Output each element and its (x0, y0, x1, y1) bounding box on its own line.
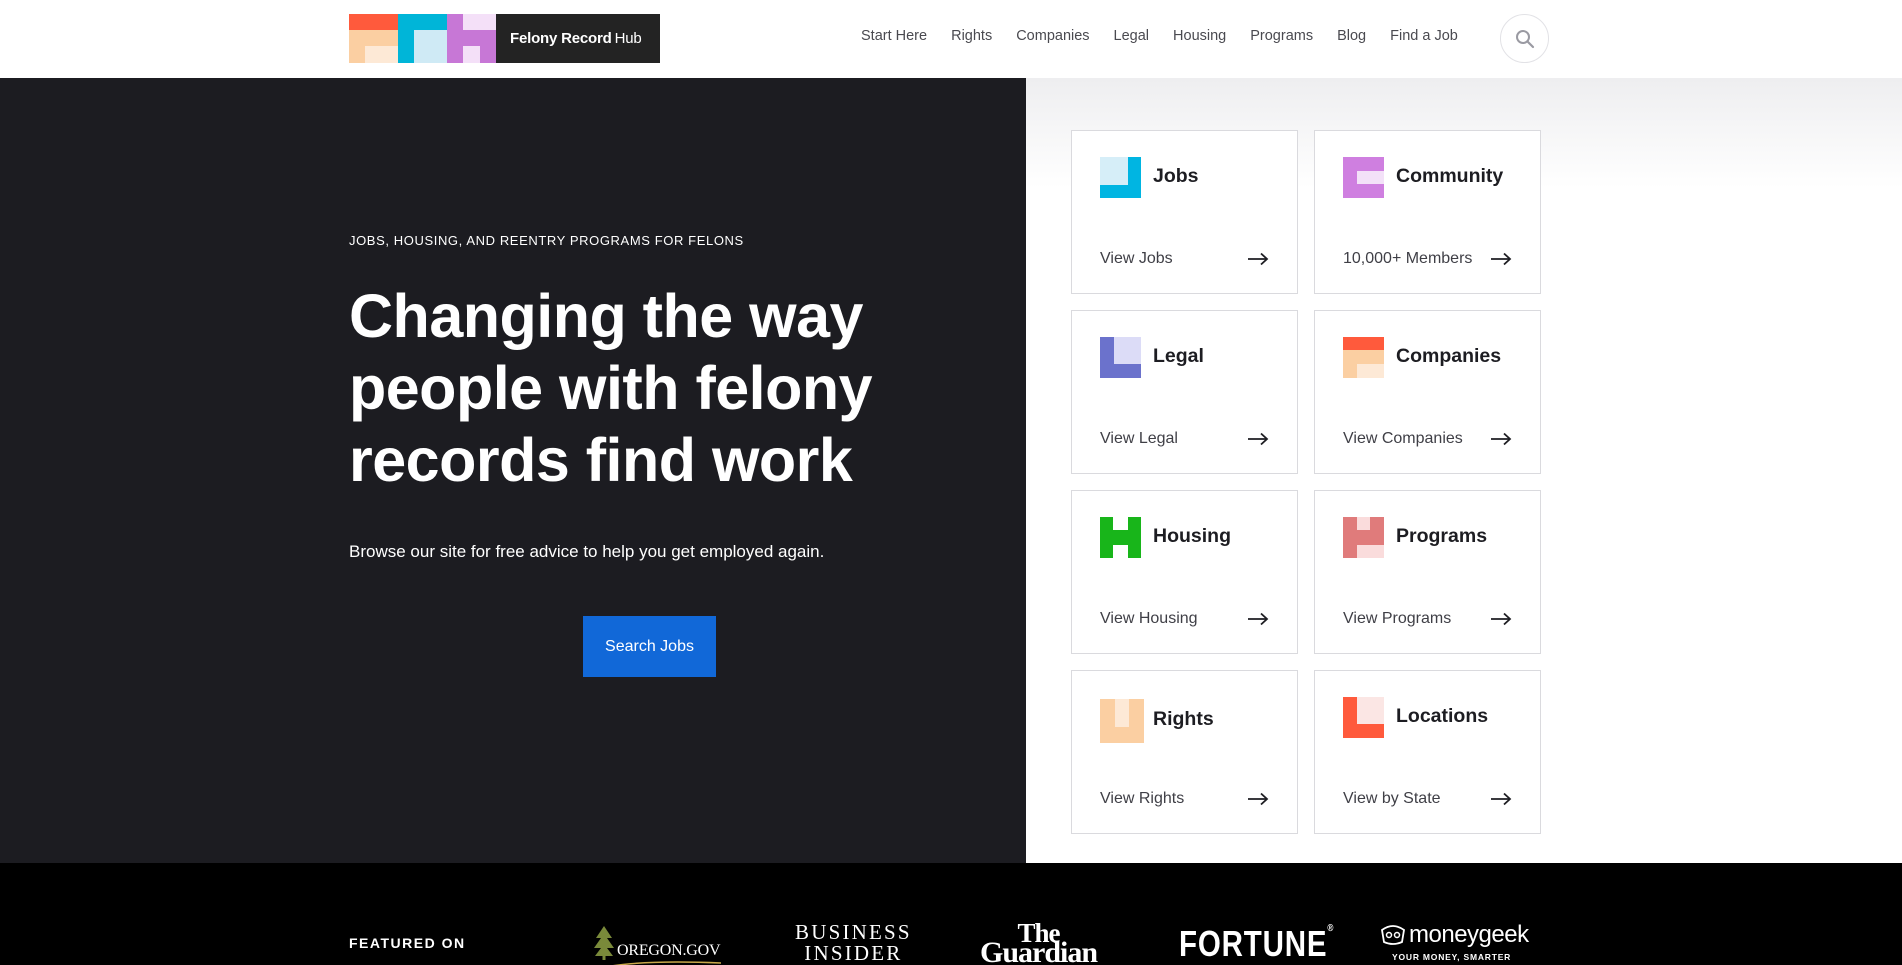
arrow-right-icon (1248, 252, 1269, 266)
card-link[interactable]: View Jobs (1100, 250, 1173, 268)
card-link[interactable]: View Rights (1100, 790, 1184, 808)
search-icon (1515, 29, 1534, 48)
business-insider-logo: BUSINESS INSIDER (795, 922, 912, 964)
arrow-right-icon (1491, 432, 1512, 446)
arrow-right-icon (1491, 612, 1512, 626)
search-button[interactable] (1500, 14, 1549, 63)
logo-text-bold: Felony Record (510, 30, 612, 47)
featured-on-bar: FEATURED ON OREGON.GOV BUSINESS INSIDER … (0, 863, 1902, 965)
nav-rights[interactable]: Rights (951, 28, 992, 44)
guardian-line2: Guardian (980, 936, 1098, 965)
card-title: Community (1396, 165, 1504, 187)
card-legal[interactable]: Legal View Legal (1071, 310, 1298, 474)
hero-subtext: Browse our site for free advice to help … (349, 542, 825, 561)
site-header: Felony Record Hub Start Here Rights Comp… (0, 0, 1902, 78)
arrow-right-icon (1491, 252, 1512, 266)
moneygeek-text: moneygeek (1409, 921, 1529, 948)
nav-start-here[interactable]: Start Here (861, 28, 927, 44)
business-insider-line1: BUSINESS (795, 920, 912, 944)
legal-icon (1100, 337, 1141, 378)
fortune-logo: FORTUNE® (1179, 923, 1335, 964)
oregon-gov-text: OREGON.GOV (617, 942, 721, 959)
card-link[interactable]: 10,000+ Members (1343, 250, 1472, 268)
main-nav: Start Here Rights Companies Legal Housin… (861, 28, 1458, 44)
rights-icon (1100, 699, 1144, 743)
card-rights[interactable]: Rights View Rights (1071, 670, 1298, 834)
nav-programs[interactable]: Programs (1250, 28, 1313, 44)
moneygeek-logo: moneygeek YOUR MONEY, SMARTER (1380, 921, 1529, 962)
card-link[interactable]: View Companies (1343, 430, 1463, 448)
nav-companies[interactable]: Companies (1016, 28, 1089, 44)
logo-mark (349, 14, 496, 63)
card-link[interactable]: View by State (1343, 790, 1441, 808)
card-companies[interactable]: Companies View Companies (1314, 310, 1541, 474)
card-title: Locations (1396, 705, 1489, 727)
logo-block-blue (398, 14, 447, 63)
card-housing[interactable]: Housing View Housing (1071, 490, 1298, 654)
card-title: Legal (1153, 345, 1204, 367)
oregon-gov-logo: OREGON.GOV (593, 926, 721, 965)
moneygeek-logo-icon (1381, 925, 1405, 945)
card-title: Housing (1153, 525, 1231, 547)
card-community[interactable]: Community 10,000+ Members (1314, 130, 1541, 294)
search-jobs-button[interactable]: Search Jobs (583, 616, 716, 677)
community-icon (1343, 157, 1384, 198)
fortune-text: FORTUNE (1179, 923, 1328, 964)
card-link[interactable]: View Legal (1100, 430, 1178, 448)
nav-blog[interactable]: Blog (1337, 28, 1366, 44)
oregon-swoosh-icon (612, 961, 721, 965)
card-jobs[interactable]: Jobs View Jobs (1071, 130, 1298, 294)
featured-label: FEATURED ON (349, 935, 466, 951)
companies-icon (1343, 337, 1384, 378)
locations-icon (1343, 697, 1384, 738)
arrow-right-icon (1248, 432, 1269, 446)
card-locations[interactable]: Locations View by State (1314, 670, 1541, 834)
business-insider-line2: INSIDER (804, 941, 903, 965)
housing-icon (1100, 517, 1141, 558)
logo-block-orange (349, 14, 398, 63)
hero-headline: Changing the way people with felony reco… (349, 282, 873, 494)
card-link[interactable]: View Programs (1343, 610, 1451, 628)
the-guardian-logo: The Guardian (980, 920, 1098, 965)
logo-block-purple (447, 14, 496, 63)
arrow-right-icon (1248, 612, 1269, 626)
nav-legal[interactable]: Legal (1114, 28, 1149, 44)
moneygeek-tagline: YOUR MONEY, SMARTER (1392, 952, 1512, 962)
logo-text-thin: Hub (614, 30, 642, 47)
nav-find-a-job[interactable]: Find a Job (1390, 28, 1458, 44)
jobs-icon (1100, 157, 1141, 198)
card-link[interactable]: View Housing (1100, 610, 1198, 628)
card-title: Jobs (1153, 165, 1199, 187)
card-programs[interactable]: Programs View Programs (1314, 490, 1541, 654)
card-title: Rights (1153, 708, 1214, 730)
tree-logo-icon (594, 926, 614, 960)
site-logo[interactable]: Felony Record Hub (349, 14, 660, 63)
nav-housing[interactable]: Housing (1173, 28, 1226, 44)
card-title: Programs (1396, 525, 1488, 547)
card-title: Companies (1396, 345, 1502, 367)
arrow-right-icon (1491, 792, 1512, 806)
arrow-right-icon (1248, 792, 1269, 806)
hero-eyebrow: JOBS, HOUSING, AND REENTRY PROGRAMS FOR … (349, 233, 744, 248)
programs-icon (1343, 517, 1384, 558)
